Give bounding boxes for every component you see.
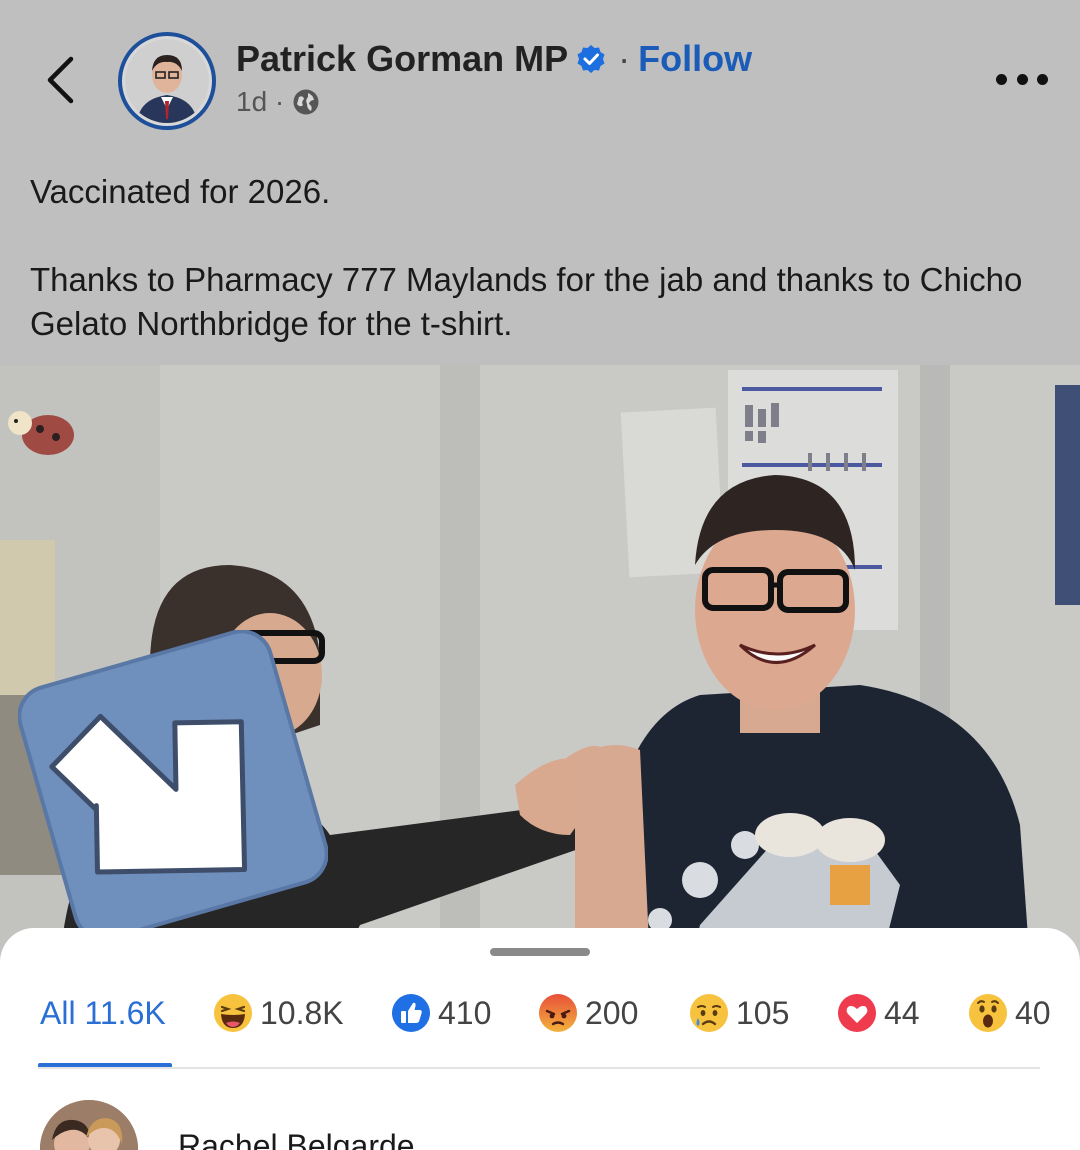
author-name[interactable]: Patrick Gorman MP bbox=[236, 38, 568, 80]
wow-emoji-icon bbox=[969, 994, 1007, 1032]
tab-angry[interactable]: 200 bbox=[537, 988, 638, 1038]
globe-icon bbox=[293, 89, 319, 115]
tab-all-reactions[interactable]: All 11.6K bbox=[40, 988, 172, 1038]
more-options-button[interactable] bbox=[996, 64, 1048, 94]
author-name-row: Patrick Gorman MP · Follow bbox=[236, 38, 752, 80]
love-emoji-icon bbox=[838, 994, 876, 1032]
tab-love[interactable]: 44 bbox=[836, 988, 920, 1038]
like-emoji-icon bbox=[392, 994, 430, 1032]
tabs-divider bbox=[38, 1067, 1040, 1069]
follow-button[interactable]: Follow bbox=[638, 38, 752, 80]
down-arrow-overlay-icon bbox=[18, 630, 328, 940]
more-options-icon bbox=[996, 73, 1007, 85]
post-caption: Vaccinated for 2026. Thanks to Pharmacy … bbox=[30, 170, 1050, 346]
reactor-name[interactable]: Rachel Belgarde bbox=[178, 1128, 415, 1150]
tab-wow[interactable]: 40 bbox=[967, 988, 1051, 1038]
post-caption-line-1: Vaccinated for 2026. bbox=[30, 173, 331, 210]
post-header: Patrick Gorman MP · Follow 1d · bbox=[0, 0, 1080, 150]
tab-angry-count: 200 bbox=[585, 994, 639, 1031]
sad-emoji-icon bbox=[690, 994, 728, 1032]
reactions-sheet: All 11.6K 10.8K 410 200 105 44 40 Rachel… bbox=[0, 928, 1080, 1150]
back-button[interactable] bbox=[40, 52, 80, 108]
tab-all-label: All 11.6K bbox=[40, 994, 166, 1031]
tab-haha[interactable]: 10.8K bbox=[212, 988, 344, 1038]
angry-emoji-icon bbox=[539, 994, 577, 1032]
tab-like[interactable]: 410 bbox=[390, 988, 491, 1038]
post-meta-row: 1d · bbox=[236, 86, 320, 118]
tab-like-count: 410 bbox=[438, 994, 492, 1031]
tab-sad[interactable]: 105 bbox=[688, 988, 789, 1038]
avatar[interactable] bbox=[40, 1100, 138, 1150]
tab-sad-count: 105 bbox=[736, 994, 790, 1031]
tab-haha-count: 10.8K bbox=[260, 994, 344, 1031]
post-timestamp[interactable]: 1d · bbox=[236, 86, 284, 118]
tab-wow-count: 40 bbox=[1015, 994, 1051, 1031]
verified-badge-icon bbox=[577, 45, 605, 73]
tab-love-count: 44 bbox=[884, 994, 920, 1031]
sheet-drag-handle[interactable] bbox=[490, 948, 590, 956]
author-avatar[interactable] bbox=[118, 32, 216, 130]
list-item[interactable]: Rachel Belgarde bbox=[40, 1098, 1040, 1150]
post-caption-line-2: Thanks to Pharmacy 777 Maylands for the … bbox=[30, 261, 1023, 342]
haha-emoji-icon bbox=[214, 994, 252, 1032]
reaction-tabs: All 11.6K 10.8K 410 200 105 44 40 bbox=[40, 988, 1070, 1038]
back-chevron-icon bbox=[47, 56, 74, 104]
name-separator: · bbox=[618, 38, 631, 79]
